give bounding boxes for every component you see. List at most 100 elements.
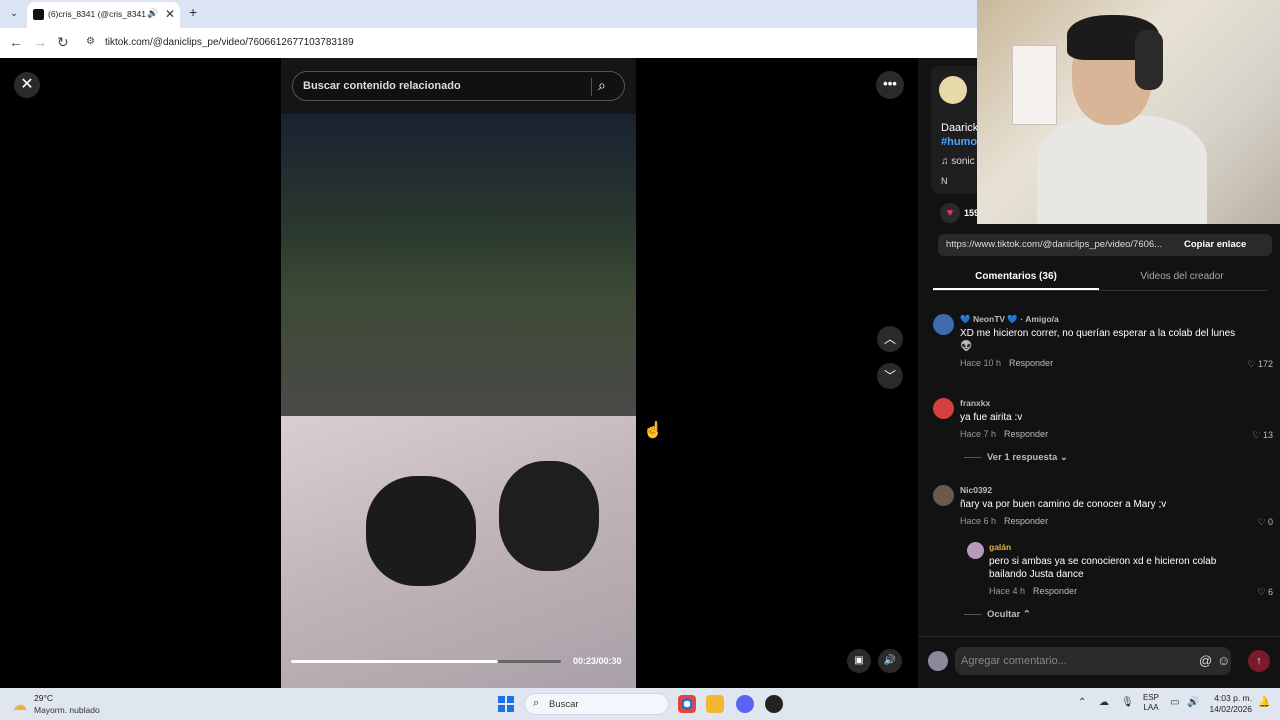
comment-time: Hace 4 h: [989, 586, 1026, 596]
weather-desc[interactable]: Mayorm. nublado: [34, 705, 100, 715]
comment-like-count: 172: [1257, 359, 1273, 369]
clock-time: 4:03 p. m.: [1214, 693, 1252, 703]
windows-taskbar: ☁ 29°C Mayorm. nublado ⌕ Buscar ⌃ ☁ 🎙 ES…: [0, 688, 1280, 720]
comment-meta: Hace 6 h Responder: [960, 516, 1048, 526]
like-heart-icon[interactable]: ♥: [940, 203, 960, 223]
face-mask-left: [366, 476, 476, 586]
more-options-button[interactable]: •••: [876, 71, 904, 99]
emoji-icon[interactable]: ☺: [1217, 653, 1230, 668]
file-explorer-icon[interactable]: [706, 695, 724, 713]
reply-button[interactable]: Responder: [1004, 429, 1048, 439]
video-time: 00:23/00:30: [573, 656, 622, 666]
copy-link-box: https://www.tiktok.com/@daniclips_pe/vid…: [938, 234, 1272, 256]
copy-link-button[interactable]: Copiar enlace: [1184, 239, 1246, 250]
active-tab-underline: [933, 288, 1099, 290]
reply-button[interactable]: Responder: [1009, 358, 1053, 368]
comment-meta: Hace 7 h Responder: [960, 429, 1048, 439]
comment-like[interactable]: ♡ 13: [1252, 430, 1273, 441]
url-text[interactable]: tiktok.com/@daniclips_pe/video/760661267…: [105, 37, 354, 48]
volume-button[interactable]: 🔊: [878, 649, 902, 673]
taskbar-clock[interactable]: 4:03 p. m. 14/02/2026: [1204, 693, 1252, 715]
comment-like[interactable]: ♡ 172: [1247, 359, 1273, 370]
network-cloud-icon[interactable]: ☁: [1099, 697, 1109, 708]
comment-username[interactable]: 💙 NeonTV 💙 · Amigo/a: [960, 314, 1059, 325]
video-link-url[interactable]: https://www.tiktok.com/@daniclips_pe/vid…: [946, 239, 1174, 250]
panel-tabs: Comentarios (36) Videos del creador: [933, 266, 1267, 291]
tab-comments[interactable]: Comentarios (36): [933, 271, 1099, 282]
effect-badge: N: [941, 176, 948, 186]
comment-avatar[interactable]: [933, 314, 954, 335]
comment-text: XD me hicieron correr, no querían espera…: [960, 328, 1236, 352]
microphone-icon[interactable]: 🎙: [1121, 697, 1134, 708]
my-avatar: [928, 651, 948, 671]
comment-username[interactable]: Nic0392: [960, 485, 992, 495]
video-frame-bottom: [281, 416, 636, 688]
creator-avatar[interactable]: [939, 76, 967, 104]
weather-temp[interactable]: 29°C: [34, 693, 53, 703]
back-icon[interactable]: ←: [9, 34, 23, 50]
comment-text: pero si ambas ya se conocieron xd e hici…: [989, 556, 1217, 580]
mention-icon[interactable]: @: [1199, 653, 1212, 668]
forward-icon[interactable]: →: [33, 34, 47, 50]
browser-tab[interactable]: (6)cris_8341 (@cris_8341) | 🔊 ✕: [27, 2, 180, 28]
reply-button[interactable]: Responder: [1033, 586, 1077, 596]
notification-bell-icon[interactable]: 🔔: [1258, 697, 1270, 708]
discord-app-icon[interactable]: [736, 695, 754, 713]
comment-username[interactable]: galán: [989, 542, 1011, 552]
comment-avatar[interactable]: [933, 485, 954, 506]
comment-like-count: 0: [1267, 517, 1273, 527]
comment-like-count: 6: [1267, 587, 1273, 597]
comment-like[interactable]: ♡ 6: [1257, 587, 1273, 598]
tab-close-icon[interactable]: ✕: [165, 6, 175, 22]
display-icon[interactable]: ▭: [1170, 697, 1179, 708]
site-info-icon[interactable]: ⚙: [86, 36, 95, 47]
comment-time: Hace 10 h: [960, 358, 1002, 368]
floating-player-button[interactable]: ▣: [847, 649, 871, 673]
language-indicator[interactable]: ESP LAA: [1143, 693, 1159, 713]
music-link[interactable]: ♫ sonic: [941, 156, 975, 167]
lang-layout: LAA: [1143, 703, 1159, 712]
video-player[interactable]: Buscar contenido relacionado ⌕ 00:23/00:…: [281, 58, 636, 688]
comment-input[interactable]: Agregar comentario... @ ☺: [955, 647, 1231, 675]
reply-button[interactable]: Responder: [1004, 516, 1048, 526]
taskbar-search-label[interactable]: Buscar: [549, 699, 579, 710]
view-replies-button[interactable]: Ver 1 respuesta ⌄: [964, 452, 1068, 463]
clock-date: 14/02/2026: [1209, 704, 1252, 714]
tab-creator-videos[interactable]: Videos del creador: [1099, 271, 1265, 282]
send-comment-button[interactable]: ↑: [1248, 650, 1270, 672]
windows-start-icon[interactable]: [498, 696, 514, 712]
volume-icon[interactable]: 🔊: [1187, 697, 1199, 708]
chrome-app-icon[interactable]: [678, 695, 696, 713]
search-icon[interactable]: ⌕: [598, 77, 606, 94]
tab-list-chevron-icon[interactable]: ⌄: [6, 6, 22, 22]
hashtag-link[interactable]: #humo: [941, 136, 977, 148]
weather-cloud-icon[interactable]: ☁: [12, 696, 27, 714]
search-icon: ⌕: [533, 697, 540, 709]
comment-username[interactable]: franxkx: [960, 398, 990, 408]
reload-icon[interactable]: ↻: [57, 34, 69, 50]
streamer-shirt: [1037, 115, 1207, 224]
previous-video-button[interactable]: ︿: [877, 326, 903, 352]
comment-composer: Agregar comentario... @ ☺ ↑: [918, 636, 1280, 688]
lang-code: ESP: [1143, 693, 1160, 702]
headphones: [1135, 30, 1163, 90]
close-video-button[interactable]: ✕: [14, 72, 40, 98]
address-bar[interactable]: ⚙ tiktok.com/@daniclips_pe/video/7606612…: [80, 32, 980, 54]
video-progress-bar[interactable]: [291, 660, 561, 663]
comment-meta: Hace 10 h Responder: [960, 358, 1053, 368]
new-tab-icon[interactable]: +: [189, 4, 197, 20]
hide-replies-button[interactable]: Ocultar ⌃: [964, 609, 1031, 620]
hand-cursor-icon: ☝: [643, 422, 663, 439]
obs-app-icon[interactable]: [765, 695, 783, 713]
speaker-icon[interactable]: 🔊: [147, 8, 158, 19]
taskbar-search[interactable]: ⌕ Buscar: [524, 693, 669, 715]
related-search-placeholder[interactable]: Buscar contenido relacionado: [303, 80, 461, 92]
comment-like[interactable]: ♡ 0: [1257, 517, 1273, 528]
next-video-button[interactable]: ﹀: [877, 363, 903, 389]
comment-input-placeholder[interactable]: Agregar comentario...: [961, 655, 1067, 667]
tray-chevron-icon[interactable]: ⌃: [1078, 697, 1086, 708]
comment-avatar[interactable]: [967, 542, 984, 559]
related-search-box[interactable]: Buscar contenido relacionado ⌕: [292, 71, 625, 101]
comment-avatar[interactable]: [933, 398, 954, 419]
comment-text: ñary va por buen camino de conocer a Mar…: [960, 499, 1167, 510]
